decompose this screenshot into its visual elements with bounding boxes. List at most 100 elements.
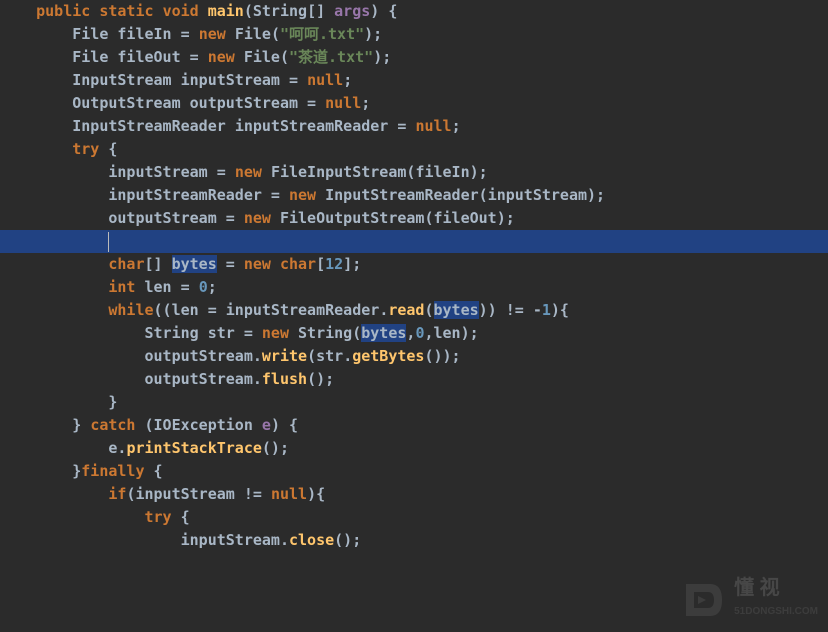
token-punct: ( (424, 209, 433, 227)
token-ident: inputStreamReader (108, 186, 262, 204)
line-content: outputStream = new FileOutputStream(file… (0, 209, 515, 227)
code-line[interactable]: outputStream.write(str.getBytes()); (0, 345, 828, 368)
line-content: }finally { (0, 462, 163, 480)
line-content: inputStream = new FileInputStream(fileIn… (0, 163, 488, 181)
code-line[interactable]: public static void main(String[] args) { (0, 0, 828, 23)
token-ident: len (145, 278, 172, 296)
token-punct: (); (262, 439, 289, 457)
code-line[interactable]: InputStream inputStream = null; (0, 69, 828, 92)
code-line[interactable] (0, 230, 828, 253)
token-kw: char (280, 255, 316, 273)
token-ident: fileIn (415, 163, 469, 181)
token-class: String (253, 2, 307, 20)
line-content: } catch (IOException e) { (0, 416, 298, 434)
token-punct: . (253, 370, 262, 388)
token-kw: while (108, 301, 153, 319)
code-line[interactable]: inputStreamReader = new InputStreamReade… (0, 184, 828, 207)
code-line[interactable]: try { (0, 138, 828, 161)
token-punct: } (72, 416, 90, 434)
text-cursor (108, 232, 109, 252)
token-class: String (298, 324, 352, 342)
watermark-subtext: 51DONGSHI.COM (734, 600, 818, 623)
code-line[interactable]: int len = 0; (0, 276, 828, 299)
token-punct: ( (307, 347, 316, 365)
line-content: InputStreamReader inputStreamReader = nu… (0, 117, 461, 135)
token-ident: str (208, 324, 235, 342)
code-line[interactable]: inputStream = new FileInputStream(fileIn… (0, 161, 828, 184)
token-sp (154, 2, 163, 20)
token-kw: try (145, 508, 172, 526)
token-punct: ); (364, 25, 382, 43)
token-class: InputStreamReader (325, 186, 479, 204)
code-line[interactable]: }finally { (0, 460, 828, 483)
token-sp (253, 416, 262, 434)
token-ident: inputStream (488, 186, 587, 204)
token-punct: ) { (271, 416, 298, 434)
token-punct: [] (307, 2, 334, 20)
token-method: getBytes (352, 347, 424, 365)
token-punct: ) { (370, 2, 397, 20)
token-punct: . (280, 531, 289, 549)
token-sp: = (280, 71, 307, 89)
token-punct: ); (470, 163, 488, 181)
token-ident: fileOut (434, 209, 497, 227)
line-content: e.printStackTrace(); (0, 439, 289, 457)
code-line[interactable]: } catch (IOException e) { (0, 414, 828, 437)
line-content: InputStream inputStream = null; (0, 71, 352, 89)
token-ident: fileOut (117, 48, 180, 66)
token-punct: ]; (343, 255, 361, 273)
token-punct: ( (424, 301, 433, 319)
line-highlight (0, 230, 828, 253)
token-kw: public (36, 2, 90, 20)
token-sp (235, 48, 244, 66)
token-sp: = (172, 25, 199, 43)
token-punct: } (108, 393, 117, 411)
line-content: inputStreamReader = new InputStreamReade… (0, 186, 605, 204)
token-kw: new (199, 25, 226, 43)
token-method: flush (262, 370, 307, 388)
code-line[interactable]: char[] bytes = new char[12]; (0, 253, 828, 276)
token-punct: ); (461, 324, 479, 342)
code-line[interactable]: OutputStream outputStream = null; (0, 92, 828, 115)
code-editor[interactable]: public static void main(String[] args) {… (0, 0, 828, 552)
token-punct: , (424, 324, 433, 342)
code-line[interactable]: outputStream = new FileOutputStream(file… (0, 207, 828, 230)
watermark-logo-icon (678, 576, 726, 624)
token-kw: null (307, 71, 343, 89)
code-line[interactable]: File fileIn = new File("呵呵.txt"); (0, 23, 828, 46)
token-method: write (262, 347, 307, 365)
code-line[interactable]: outputStream.flush(); (0, 368, 828, 391)
line-content: OutputStream outputStream = null; (0, 94, 370, 112)
token-kw: new (289, 186, 316, 204)
token-sp (271, 209, 280, 227)
token-kw: null (325, 94, 361, 112)
code-line[interactable]: File fileOut = new File("茶道.txt"); (0, 46, 828, 69)
token-sp: = (388, 117, 415, 135)
token-sp (90, 2, 99, 20)
token-punct: ( (271, 25, 280, 43)
token-param: args (334, 2, 370, 20)
token-sp (199, 2, 208, 20)
token-str: "茶道.txt" (289, 48, 373, 66)
token-class: File (235, 25, 271, 43)
token-punct: [] (145, 255, 172, 273)
token-class: File (244, 48, 280, 66)
token-sp (172, 71, 181, 89)
code-line[interactable]: inputStream.close(); (0, 529, 828, 552)
code-line[interactable]: while((len = inputStreamReader.read(byte… (0, 299, 828, 322)
code-line[interactable]: try { (0, 506, 828, 529)
line-content: try { (0, 140, 117, 158)
code-line[interactable]: } (0, 391, 828, 414)
code-line[interactable]: if(inputStream != null){ (0, 483, 828, 506)
code-line[interactable]: String str = new String(bytes,0,len); (0, 322, 828, 345)
token-class: FileInputStream (271, 163, 406, 181)
code-line[interactable]: InputStreamReader inputStreamReader = nu… (0, 115, 828, 138)
token-ident: fileIn (117, 25, 171, 43)
token-num: 1 (542, 301, 551, 319)
code-line[interactable]: e.printStackTrace(); (0, 437, 828, 460)
token-kw: static (99, 2, 153, 20)
token-kw: new (244, 209, 271, 227)
token-sp (262, 163, 271, 181)
token-ident: outputStream (190, 94, 298, 112)
token-method: read (388, 301, 424, 319)
